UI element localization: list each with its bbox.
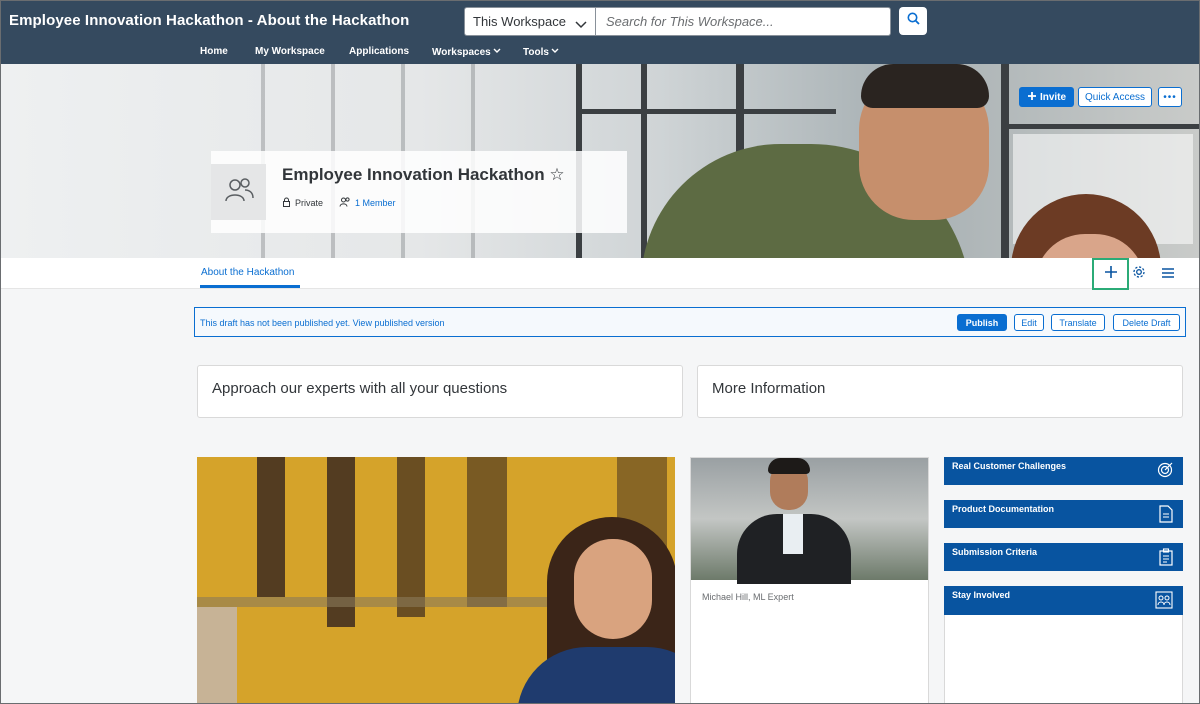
members-link[interactable]: 1 Member bbox=[355, 198, 396, 208]
active-tab-indicator bbox=[200, 285, 300, 288]
edit-button[interactable]: Edit bbox=[1014, 314, 1044, 331]
draft-message[interactable]: This draft has not been published yet. V… bbox=[200, 318, 445, 328]
settings-button[interactable] bbox=[1132, 265, 1146, 284]
target-icon bbox=[1157, 462, 1173, 480]
draft-status-bar: This draft has not been published yet. V… bbox=[194, 307, 1186, 337]
tile-label: Product Documentation bbox=[952, 504, 1055, 514]
nav-item-workspaces-label: Workspaces bbox=[432, 47, 491, 58]
more-information-title: More Information bbox=[712, 380, 826, 397]
search-input[interactable]: Search for This Workspace... bbox=[595, 7, 891, 36]
workspace-meta: Private 1 Member bbox=[282, 197, 396, 209]
translate-button[interactable]: Translate bbox=[1051, 314, 1105, 331]
chevron-down-icon bbox=[493, 46, 501, 57]
add-page-button[interactable] bbox=[1092, 258, 1129, 290]
workspace-banner: Invite Quick Access ••• Employee Innovat… bbox=[1, 64, 1199, 258]
nav-item-applications[interactable]: Applications bbox=[349, 46, 409, 57]
members-icon bbox=[339, 197, 351, 209]
search-icon bbox=[907, 12, 920, 30]
nav-item-workspaces[interactable]: Workspaces bbox=[432, 46, 501, 58]
more-options-button[interactable]: ••• bbox=[1158, 87, 1182, 107]
search-button[interactable] bbox=[899, 7, 927, 35]
invite-button[interactable]: Invite bbox=[1019, 87, 1074, 107]
main-navigation: Home My Workspace Applications Workspace… bbox=[1, 43, 1199, 63]
workspace-name: Employee Innovation Hackathon ☆ bbox=[282, 165, 565, 185]
group-icon bbox=[224, 177, 254, 208]
tab-about-the-hackathon[interactable]: About the Hackathon bbox=[201, 267, 294, 278]
tile-label: Real Customer Challenges bbox=[952, 461, 1067, 471]
invite-button-label: Invite bbox=[1039, 91, 1067, 103]
favorite-star-icon[interactable]: ☆ bbox=[549, 165, 564, 184]
hackathon-photo bbox=[197, 457, 675, 704]
tile-submission-criteria[interactable]: Submission Criteria bbox=[944, 543, 1183, 571]
expert-caption: Michael Hill, ML Expert bbox=[702, 592, 794, 602]
expert-photo bbox=[691, 458, 928, 584]
clipboard-icon bbox=[1159, 548, 1173, 568]
people-icon bbox=[1155, 591, 1173, 611]
lock-icon bbox=[282, 197, 291, 209]
tile-label: Submission Criteria bbox=[952, 547, 1038, 557]
page-tabs-bar: About the Hackathon bbox=[1, 258, 1199, 290]
experts-card: Approach our experts with all your quest… bbox=[197, 365, 683, 418]
app-title: Employee Innovation Hackathon - About th… bbox=[9, 12, 410, 29]
nav-item-tools-label: Tools bbox=[523, 47, 549, 58]
gear-icon bbox=[1132, 266, 1146, 283]
nav-item-home[interactable]: Home bbox=[200, 46, 228, 57]
tile-real-customer-challenges[interactable]: Real Customer Challenges bbox=[944, 457, 1183, 485]
tile-stay-involved[interactable]: Stay Involved bbox=[944, 586, 1183, 616]
tile-product-documentation[interactable]: Product Documentation bbox=[944, 500, 1183, 528]
quick-access-button[interactable]: Quick Access bbox=[1078, 87, 1152, 107]
hamburger-menu-icon bbox=[1161, 266, 1175, 283]
workspace-info-card: Employee Innovation Hackathon ☆ Private … bbox=[211, 151, 627, 233]
stay-involved-content bbox=[944, 615, 1183, 704]
chevron-down-icon bbox=[551, 46, 559, 57]
nav-item-tools[interactable]: Tools bbox=[523, 46, 559, 58]
tile-label: Stay Involved bbox=[952, 590, 1011, 600]
workspace-name-text: Employee Innovation Hackathon bbox=[282, 165, 545, 184]
expert-profile-card[interactable]: Michael Hill, ML Expert bbox=[690, 457, 929, 704]
publish-button[interactable]: Publish bbox=[957, 314, 1007, 331]
more-information-card: More Information bbox=[697, 365, 1183, 418]
delete-draft-button[interactable]: Delete Draft bbox=[1113, 314, 1180, 331]
document-icon bbox=[1159, 505, 1173, 525]
shell-header: Employee Innovation Hackathon - About th… bbox=[0, 0, 1200, 64]
chevron-down-icon bbox=[575, 17, 587, 32]
plus-icon bbox=[1027, 91, 1037, 104]
plus-icon bbox=[1104, 265, 1118, 284]
search-scope-select[interactable]: This Workspace bbox=[464, 7, 595, 36]
privacy-label: Private bbox=[295, 198, 324, 208]
search-scope-value: This Workspace bbox=[473, 14, 566, 29]
page-menu-button[interactable] bbox=[1161, 266, 1175, 284]
workspace-avatar bbox=[211, 164, 266, 220]
experts-card-title: Approach our experts with all your quest… bbox=[212, 380, 508, 397]
nav-item-my-workspace[interactable]: My Workspace bbox=[255, 46, 325, 57]
